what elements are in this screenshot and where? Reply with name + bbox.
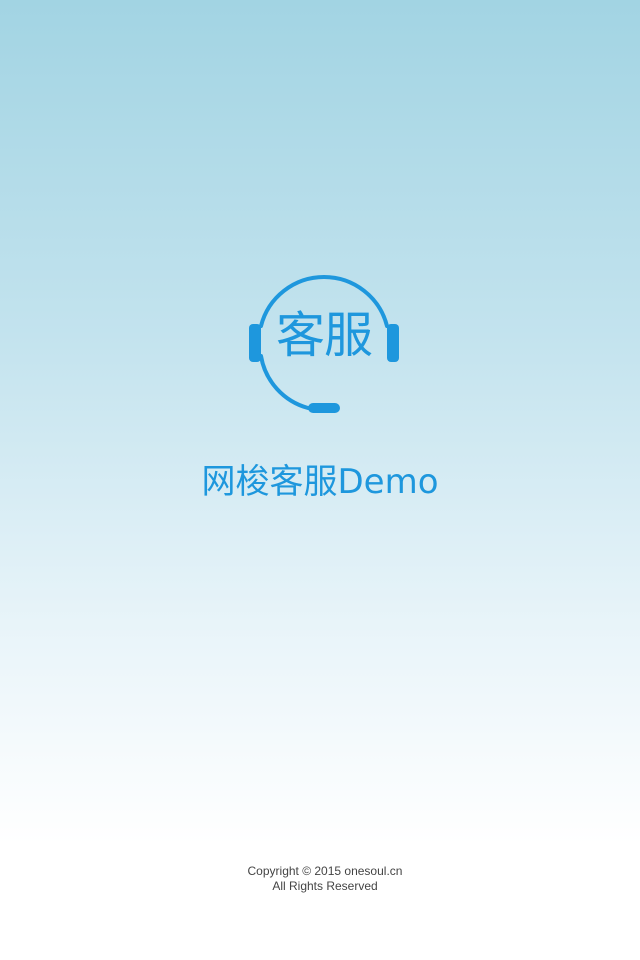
rights-text: All Rights Reserved <box>272 879 378 893</box>
logo-text: 客服 <box>275 307 373 364</box>
app-title: 网梭客服Demo <box>201 462 439 502</box>
app-logo: 客服 <box>246 268 402 418</box>
copyright-text: Copyright © 2015 onesoul.cn <box>247 864 403 878</box>
footer: Copyright © 2015 onesoul.cn All Rights R… <box>0 864 640 894</box>
